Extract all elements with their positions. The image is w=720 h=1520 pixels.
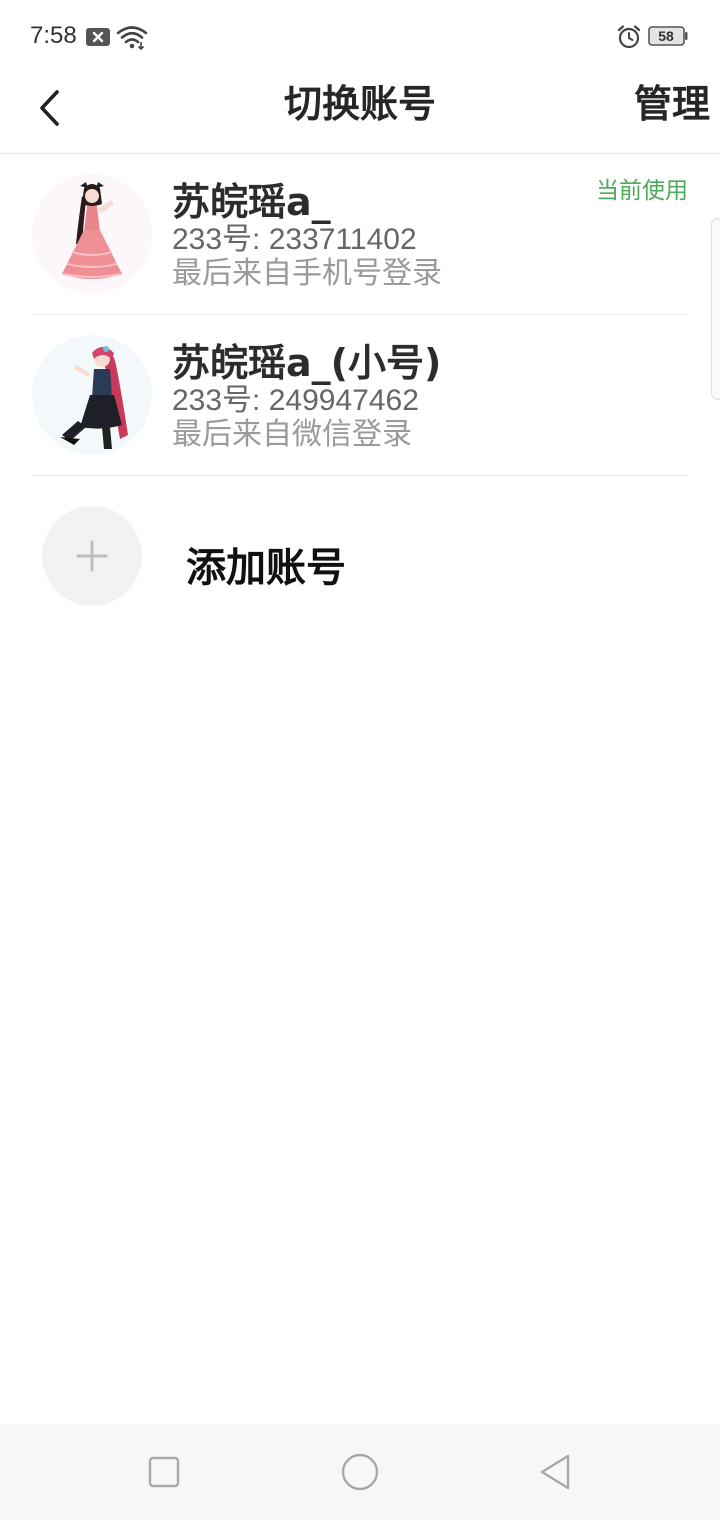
notification-x-icon [86,28,110,46]
status-bar: 7:58 58 [0,0,720,72]
plus-icon [76,540,108,572]
avatar-image [62,182,122,279]
avatar [32,335,152,455]
wifi-icon [116,26,148,50]
avatar [32,174,152,294]
account-item[interactable]: 苏皖瑶a_(小号) 233号: 249947462 最后来自微信登录 [32,315,688,476]
system-nav-bar [0,1424,720,1520]
alarm-icon [617,25,641,49]
recent-apps-icon[interactable] [144,1452,184,1492]
add-account-label: 添加账号 [186,545,346,591]
current-account-badge: 当前使用 [596,178,688,204]
account-id: 233号: 249947462 [172,384,419,417]
top-app-bar: 切换账号 管理 [0,72,720,154]
status-time: 7:58 [30,22,77,49]
account-name: 苏皖瑶a_(小号) [172,341,442,385]
account-id: 233号: 233711402 [172,223,417,256]
account-item[interactable]: 苏皖瑶a_ 233号: 233711402 最后来自手机号登录 当前使用 [32,154,688,315]
add-account-button[interactable]: 添加账号 [32,476,688,636]
battery-level: 58 [658,28,674,44]
avatar-image [60,346,128,449]
home-icon[interactable] [340,1452,380,1492]
page-title: 切换账号 [283,82,436,126]
manage-button[interactable]: 管理 [634,76,710,132]
account-login-source: 最后来自手机号登录 [172,256,442,291]
add-account-circle[interactable] [42,506,142,606]
account-login-source: 最后来自微信登录 [172,417,412,452]
edge-scroll-handle[interactable] [711,218,720,400]
back-triangle-icon[interactable] [536,1452,576,1492]
account-name: 苏皖瑶a_ [172,180,331,224]
